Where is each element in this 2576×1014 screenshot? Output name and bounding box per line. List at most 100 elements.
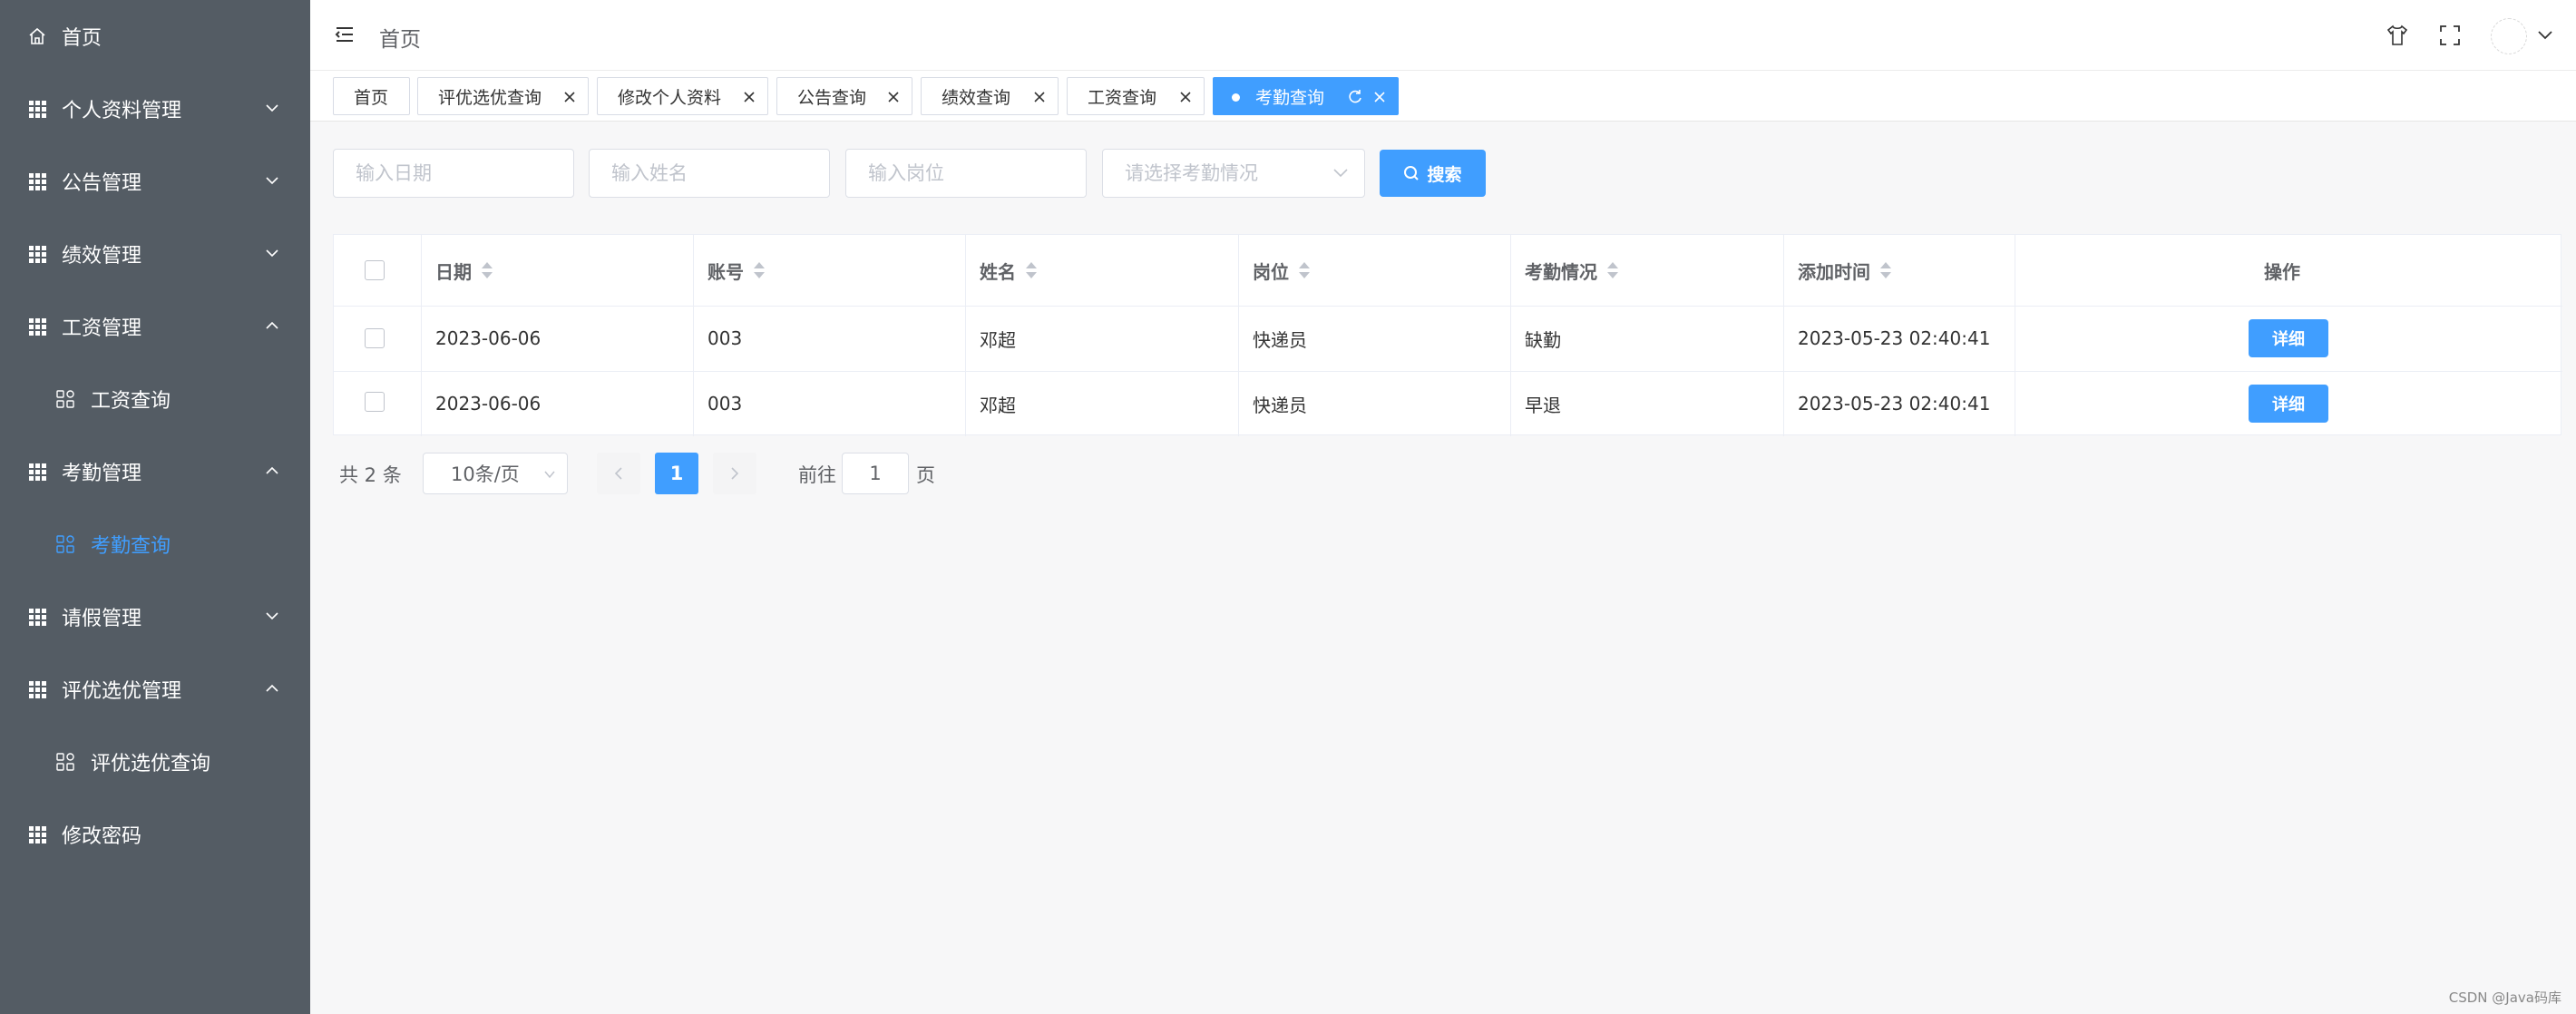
search-button[interactable]: 搜索 xyxy=(1380,150,1486,197)
sidebar-item-label: 考勤查询 xyxy=(91,535,171,558)
tag-notice-query[interactable]: 公告查询 xyxy=(776,77,912,115)
grid-icon xyxy=(29,101,46,118)
sidebar-item-evaluation-management[interactable]: 评优选优管理 xyxy=(0,653,310,726)
cell-post: 快递员 xyxy=(1253,328,1307,351)
search-button-label: 搜索 xyxy=(1427,164,1462,185)
sort-icon[interactable] xyxy=(1298,260,1311,280)
sidebar-item-label: 公告管理 xyxy=(62,172,142,195)
sidebar-item-label: 评优选优查询 xyxy=(91,753,211,775)
close-icon[interactable] xyxy=(1032,90,1047,104)
select-all-checkbox[interactable] xyxy=(365,260,385,280)
sort-icon[interactable] xyxy=(1025,260,1038,280)
row-checkbox[interactable] xyxy=(365,328,385,348)
chevron-left-icon xyxy=(614,467,622,480)
column-header-date[interactable]: 日期 xyxy=(435,235,493,306)
column-header-account[interactable]: 账号 xyxy=(707,235,766,306)
app-root: 首页 个人资料管理 公告管理 绩效管理 工资管理 工资查询 考勤管理 考勤查询 … xyxy=(0,0,2576,1014)
close-icon[interactable] xyxy=(1372,90,1387,104)
grid-icon xyxy=(29,318,46,336)
sidebar-item-change-password[interactable]: 修改密码 xyxy=(0,798,310,871)
column-header-post[interactable]: 岗位 xyxy=(1253,235,1311,306)
detail-button[interactable]: 详细 xyxy=(2249,385,2328,423)
cell-account: 003 xyxy=(707,327,743,349)
close-icon[interactable] xyxy=(742,90,756,104)
sort-icon[interactable] xyxy=(1879,260,1892,280)
cell-date: 2023-06-06 xyxy=(435,393,542,414)
row-checkbox[interactable] xyxy=(365,392,385,412)
tag-evaluation-query[interactable]: 评优选优查询 xyxy=(417,77,589,115)
cell-attendance: 缺勤 xyxy=(1525,328,1561,351)
tag-attendance-query[interactable]: 考勤查询 xyxy=(1213,77,1399,115)
sidebar-item-label: 工资查询 xyxy=(91,390,171,413)
sort-icon[interactable] xyxy=(753,260,766,280)
sidebar-item-label: 修改密码 xyxy=(62,825,142,848)
post-input[interactable] xyxy=(845,149,1087,198)
chevron-down-icon xyxy=(266,177,278,185)
attendance-status-select[interactable] xyxy=(1102,149,1365,198)
sidebar-item-label: 首页 xyxy=(62,27,102,50)
header-label: 岗位 xyxy=(1253,260,1289,283)
close-icon[interactable] xyxy=(562,90,577,104)
row-divider xyxy=(334,306,2562,307)
chevron-up-icon xyxy=(266,684,278,692)
sidebar-item-salary-management[interactable]: 工资管理 xyxy=(0,290,310,363)
sidebar: 首页 个人资料管理 公告管理 绩效管理 工资管理 工资查询 考勤管理 考勤查询 … xyxy=(0,0,310,1014)
tag-salary-query[interactable]: 工资查询 xyxy=(1067,77,1205,115)
avatar[interactable] xyxy=(2491,18,2527,54)
tag-label: 绩效查询 xyxy=(942,87,1011,108)
sidebar-item-notice-management[interactable]: 公告管理 xyxy=(0,145,310,218)
sidebar-item-performance-management[interactable]: 绩效管理 xyxy=(0,218,310,290)
menu-toggle-icon[interactable] xyxy=(334,24,356,45)
date-input[interactable] xyxy=(333,149,574,198)
tags-bar: 首页 评优选优查询 修改个人资料 公告查询 绩效查询 工资查询 考勤查询 xyxy=(310,71,2576,122)
active-dot xyxy=(1232,93,1240,102)
sidebar-item-label: 请假管理 xyxy=(62,608,142,630)
chevron-right-icon xyxy=(731,467,739,480)
fullscreen-icon[interactable] xyxy=(2438,24,2462,47)
goto-page-input[interactable]: 1 xyxy=(842,453,909,494)
name-input[interactable] xyxy=(589,149,830,198)
sidebar-item-profile-management[interactable]: 个人资料管理 xyxy=(0,73,310,145)
theme-shirt-icon[interactable] xyxy=(2386,24,2409,47)
sort-icon[interactable] xyxy=(481,260,493,280)
header-label: 姓名 xyxy=(980,260,1016,283)
page-button-current[interactable]: 1 xyxy=(655,453,698,494)
sidebar-item-attendance-query[interactable]: 考勤查询 xyxy=(0,508,310,580)
column-divider xyxy=(421,235,422,436)
breadcrumb[interactable]: 首页 xyxy=(379,22,421,53)
header-label: 添加时间 xyxy=(1798,260,1870,283)
apps-icon xyxy=(56,535,74,553)
column-header-attendance[interactable]: 考勤情况 xyxy=(1525,235,1619,306)
chevron-down-icon[interactable] xyxy=(2536,27,2554,44)
grid-icon xyxy=(29,681,46,698)
close-icon[interactable] xyxy=(886,90,901,104)
cell-date: 2023-06-06 xyxy=(435,327,542,349)
tag-label: 评优选优查询 xyxy=(438,87,542,108)
sidebar-item-salary-query[interactable]: 工资查询 xyxy=(0,363,310,435)
prev-page-button[interactable] xyxy=(597,453,640,494)
tag-label: 工资查询 xyxy=(1088,87,1157,108)
cell-name: 邓超 xyxy=(980,394,1016,416)
column-header-name[interactable]: 姓名 xyxy=(980,235,1038,306)
page-suffix-label: 页 xyxy=(916,464,935,486)
close-icon[interactable] xyxy=(1178,90,1193,104)
sidebar-item-leave-management[interactable]: 请假管理 xyxy=(0,580,310,653)
next-page-button[interactable] xyxy=(713,453,756,494)
grid-icon xyxy=(29,173,46,190)
tag-edit-profile[interactable]: 修改个人资料 xyxy=(597,77,768,115)
page-size-value: 10条/页 xyxy=(451,463,520,485)
column-header-added-time[interactable]: 添加时间 xyxy=(1798,235,1892,306)
sidebar-item-attendance-management[interactable]: 考勤管理 xyxy=(0,435,310,508)
page-size-select[interactable]: 10条/页 xyxy=(423,453,568,494)
column-divider xyxy=(1783,235,1784,436)
sidebar-item-evaluation-query[interactable]: 评优选优查询 xyxy=(0,726,310,798)
refresh-icon[interactable] xyxy=(1347,89,1363,105)
sort-icon[interactable] xyxy=(1606,260,1619,280)
tag-home[interactable]: 首页 xyxy=(333,77,410,115)
chevron-down-icon xyxy=(544,471,555,479)
detail-button[interactable]: 详细 xyxy=(2249,319,2328,357)
goto-label: 前往 xyxy=(798,464,836,486)
sidebar-item-label: 工资管理 xyxy=(62,317,142,340)
sidebar-item-home[interactable]: 首页 xyxy=(0,0,310,73)
tag-performance-query[interactable]: 绩效查询 xyxy=(921,77,1059,115)
